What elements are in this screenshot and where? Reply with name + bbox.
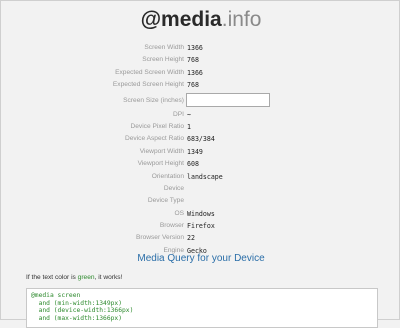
media-query-code-box[interactable]: @media screen and (min-width:1349px) and… xyxy=(26,288,378,328)
info-value: 768 xyxy=(187,56,199,65)
info-value: Windows xyxy=(187,209,215,218)
logo-suffix: .info xyxy=(221,8,262,31)
info-value: 768 xyxy=(187,81,199,90)
info-value: ~ xyxy=(187,110,191,119)
info-label: Screen Width xyxy=(144,44,184,51)
info-value: 608 xyxy=(187,160,199,169)
info-row-expected-screen-width: Expected Screen Width 1366 xyxy=(1,67,400,79)
info-value: 1349 xyxy=(187,147,203,156)
info-row-device: Device xyxy=(1,183,400,195)
info-value: 1366 xyxy=(187,44,203,52)
info-row-viewport-height: Viewport Height 608 xyxy=(1,158,400,170)
info-label: Device Type xyxy=(147,197,184,205)
note-text-after: , it works! xyxy=(94,274,123,281)
media-query-note: If the text color is green, it works! xyxy=(26,273,122,283)
info-row-browser: Browser Firefox xyxy=(1,220,400,232)
info-value: 1366 xyxy=(187,68,203,77)
info-label: Screen Size (inches) xyxy=(123,96,184,104)
info-label: DPI xyxy=(173,110,184,118)
info-label: Device xyxy=(163,184,184,192)
info-value: 683/384 xyxy=(187,135,215,144)
info-row-device-pixel-ratio: Device Pixel Ratio 1 xyxy=(1,121,400,133)
info-value: 1 xyxy=(187,122,191,131)
device-info-table: Screen Width 1366 Screen Height 768 Expe… xyxy=(1,42,400,257)
info-label: Expected Screen Width xyxy=(115,68,184,76)
info-label: Orientation xyxy=(151,172,184,180)
info-row-os: OS Windows xyxy=(1,208,400,220)
note-text-before: If the text color is xyxy=(26,274,78,281)
info-label: Device Aspect Ratio xyxy=(124,135,184,143)
info-row-screen-width: Screen Width 1366 xyxy=(1,42,400,54)
screen-size-input[interactable] xyxy=(186,92,270,107)
info-row-device-aspect-ratio: Device Aspect Ratio 683/384 xyxy=(1,133,400,145)
code-line: @media screen xyxy=(31,292,81,299)
info-row-expected-screen-height: Expected Screen Height 768 xyxy=(1,79,400,91)
site-logo[interactable]: @media.info xyxy=(1,8,400,32)
info-row-dpi: DPI ~ xyxy=(1,109,400,121)
info-label: OS xyxy=(174,209,184,217)
info-value: landscape xyxy=(187,172,223,181)
info-label: Screen Height xyxy=(142,56,184,64)
info-label: Viewport Height xyxy=(137,160,184,168)
info-row-browser-version: Browser Version 22 xyxy=(1,232,400,244)
info-value: Firefox xyxy=(187,222,215,231)
info-label: Device Pixel Ratio xyxy=(130,122,184,130)
info-label: Browser Version xyxy=(135,234,184,242)
info-label: Viewport Width xyxy=(139,147,184,155)
note-green-word: green xyxy=(77,274,95,281)
info-row-viewport-width: Viewport Width 1349 xyxy=(1,146,400,158)
code-line: and (min-width:1349px) xyxy=(31,299,122,307)
logo-prefix: @media xyxy=(140,8,222,31)
info-row-device-type: Device Type xyxy=(1,195,400,207)
info-row-screen-height: Screen Height 768 xyxy=(1,54,400,66)
info-row-orientation: Orientation landscape xyxy=(1,171,400,183)
code-line: and (max-width:1366px) xyxy=(31,314,122,322)
info-row-screen-size: Screen Size (inches) xyxy=(1,92,400,109)
media-query-heading: Media Query for your Device xyxy=(137,253,265,264)
info-label: Browser xyxy=(159,222,184,230)
info-label: Expected Screen Height xyxy=(112,81,184,89)
code-line: and (device-width:1366px) xyxy=(31,307,134,315)
info-value: 22 xyxy=(187,234,195,243)
